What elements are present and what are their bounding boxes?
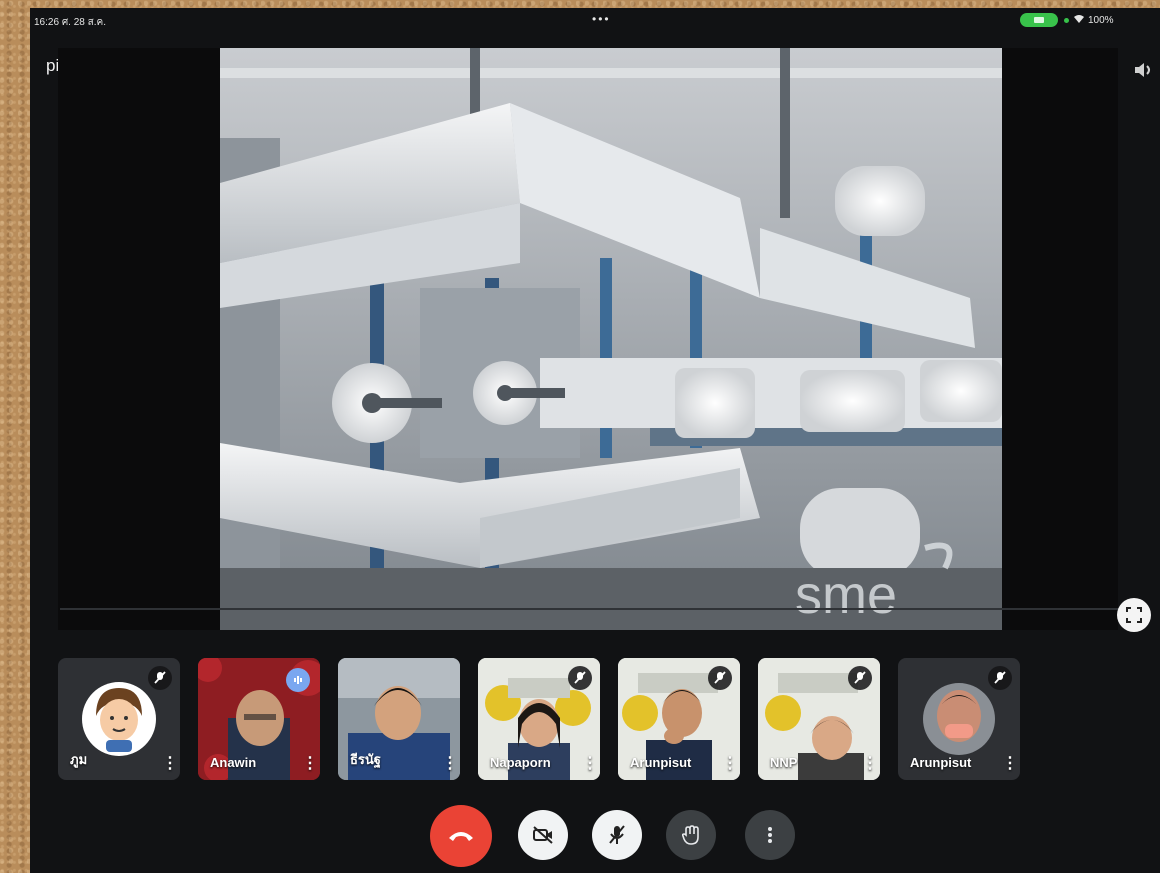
participant-name: ภูม <box>70 752 88 767</box>
more-vert-icon[interactable]: ⋮ <box>582 756 598 772</box>
mic-off-icon <box>848 666 872 690</box>
status-time: 16:26 ศ. 28 ส.ค. <box>34 17 106 28</box>
video-scrubber[interactable] <box>60 608 1140 610</box>
more-vert-icon[interactable]: ⋮ <box>722 756 738 772</box>
raise-hand-button[interactable] <box>666 810 716 860</box>
more-vert-icon[interactable]: ⋮ <box>302 756 318 772</box>
presentation-video[interactable]: sme <box>220 48 1002 630</box>
mic-in-use-dot <box>1064 18 1069 23</box>
participant-name: Arunpisut <box>910 755 972 770</box>
camera-toggle-button[interactable] <box>518 810 568 860</box>
end-call-icon <box>449 832 473 841</box>
multitask-dots[interactable]: ••• <box>592 12 611 26</box>
participant-tile[interactable]: NNP ⋮ <box>758 658 880 780</box>
wifi-icon <box>1073 14 1085 27</box>
audio-output-icon[interactable] <box>1130 58 1156 82</box>
mic-toggle-button[interactable] <box>592 810 642 860</box>
fullscreen-button[interactable] <box>1117 598 1151 632</box>
participant-tile[interactable]: ภูม ⋮ <box>58 658 180 780</box>
participant-tile[interactable]: Napaporn ⋮ <box>478 658 600 780</box>
mic-off-icon <box>609 825 625 844</box>
more-vert-icon[interactable]: ⋮ <box>1002 756 1018 772</box>
participant-tile[interactable]: Arunpisut ⋮ <box>618 658 740 780</box>
participant-tile[interactable]: Anawin ⋮ <box>198 658 320 780</box>
mic-off-icon <box>988 666 1012 690</box>
more-vert-icon[interactable]: ⋮ <box>862 756 878 772</box>
participant-name: ธีรนัฐ <box>350 752 381 767</box>
battery-percent: 100% <box>1088 15 1114 26</box>
status-bar: 16:26 ศ. 28 ส.ค. ••• 100% <box>30 8 1160 32</box>
more-vert-icon[interactable]: ⋮ <box>442 756 458 772</box>
camera-in-use-indicator <box>1020 13 1058 27</box>
end-call-button[interactable] <box>430 805 492 867</box>
video-watermark: sme <box>795 565 897 625</box>
camera-off-icon <box>533 826 553 844</box>
participant-name: Arunpisut <box>630 755 692 770</box>
more-vert-icon[interactable]: ⋮ <box>162 756 178 772</box>
participant-name: Anawin <box>210 755 257 770</box>
mic-off-icon <box>148 666 172 690</box>
meet-screen: 16:26 ศ. 28 ส.ค. ••• 100% pip-xjfo-jkw › <box>30 8 1160 873</box>
participant-tile[interactable]: Arunpisut ⋮ <box>898 658 1020 780</box>
more-vert-icon <box>768 827 772 843</box>
more-options-button[interactable] <box>745 810 795 860</box>
hand-raise-icon <box>682 825 699 845</box>
mic-off-icon <box>568 666 592 690</box>
speaking-indicator <box>286 668 310 692</box>
mic-off-icon <box>708 666 732 690</box>
participant-name: Napaporn <box>490 755 551 770</box>
participant-tile[interactable]: ธีรนัฐ ⋮ <box>338 658 460 780</box>
participant-name: NNP <box>770 755 798 770</box>
fullscreen-icon <box>1126 607 1142 623</box>
factory-machine-image: sme <box>220 48 1002 630</box>
